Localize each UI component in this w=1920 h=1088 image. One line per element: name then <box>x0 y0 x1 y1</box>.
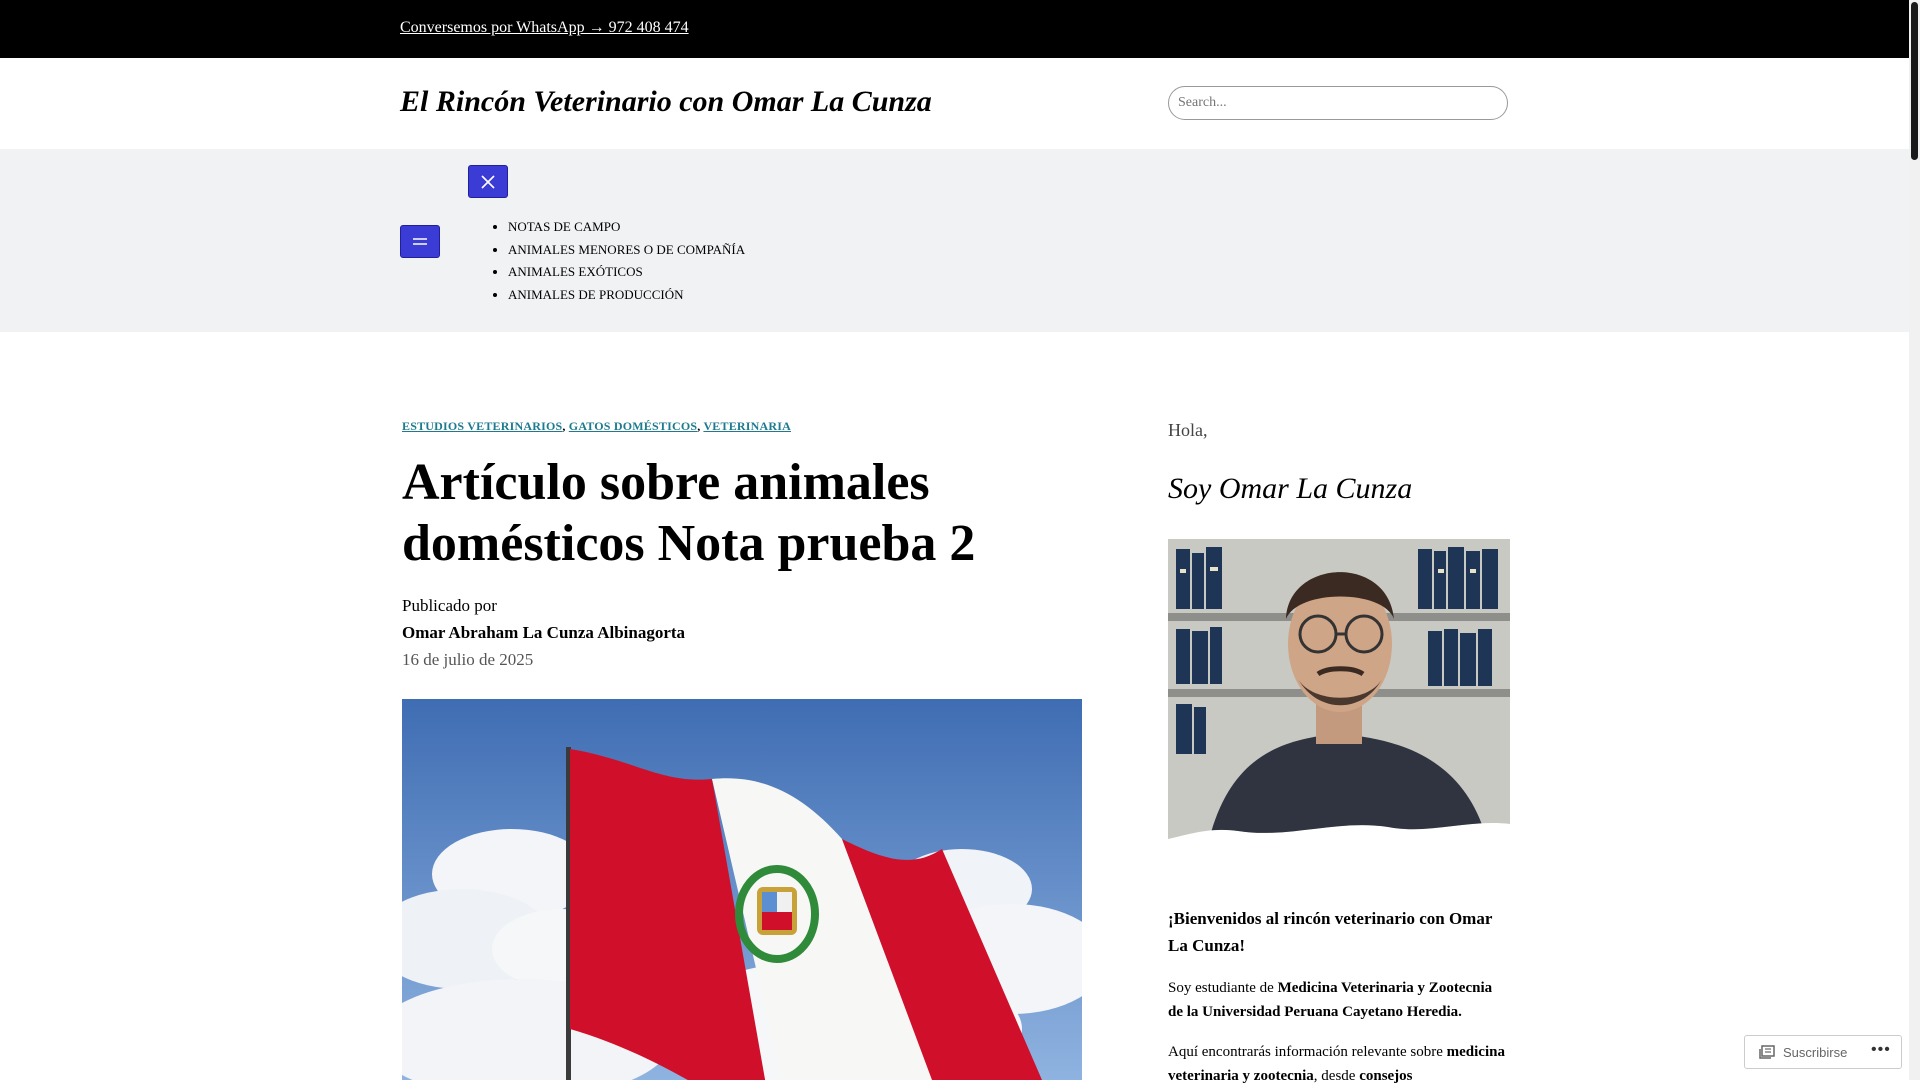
nav-item-notas-de-campo[interactable]: NOTAS DE CAMPO <box>508 216 745 239</box>
author-portrait <box>1168 539 1510 844</box>
more-options-button[interactable]: ••• <box>1871 1041 1891 1059</box>
subscribe-button[interactable]: Suscribirse <box>1783 1045 1847 1060</box>
whatsapp-link[interactable]: Conversemos por WhatsApp → 972 408 474 <box>400 19 689 37</box>
post-title: Artículo sobre animales domésticos Nota … <box>402 454 976 572</box>
scrollbar-thumb[interactable] <box>1911 2 1918 160</box>
para-text: , desde <box>1313 1068 1360 1084</box>
sidebar-heading: Soy Omar La Cunza <box>1168 472 1413 505</box>
open-menu-button[interactable] <box>400 225 440 258</box>
sidebar-paragraph: Aquí encontrarás información relevante s… <box>1168 1040 1510 1088</box>
post-date: 16 de julio de 2025 <box>402 650 534 669</box>
para-text: Soy estudiante de <box>1168 980 1278 996</box>
published-by-label: Publicado por <box>402 596 497 615</box>
para-bold-text: consejos <box>1359 1068 1413 1084</box>
author-portrait-image <box>1168 539 1510 839</box>
close-menu-button[interactable] <box>468 165 508 198</box>
search-input[interactable] <box>1168 86 1508 120</box>
nav-menu: NOTAS DE CAMPO ANIMALES MENORES O DE COM… <box>490 216 745 306</box>
para-text: Aquí encontrarás información relevante s… <box>1168 1044 1447 1060</box>
category-link[interactable]: GATOS DOMÉSTICOS <box>569 419 697 433</box>
close-icon <box>481 175 495 189</box>
navigation-band: NOTAS DE CAMPO ANIMALES MENORES O DE COM… <box>0 149 1909 332</box>
nav-item-animales-menores[interactable]: ANIMALES MENORES O DE COMPAÑÍA <box>508 239 745 262</box>
nav-item-animales-exoticos[interactable]: ANIMALES EXÓTICOS <box>508 261 745 284</box>
nav-item-animales-produccion[interactable]: ANIMALES DE PRODUCCIÓN <box>508 284 745 307</box>
site-title[interactable]: El Rincón Veterinario con Omar La Cunza <box>400 85 932 119</box>
subscribe-widget[interactable]: Suscribirse ••• <box>1744 1035 1902 1069</box>
peru-flag-image <box>402 699 1082 1080</box>
sidebar-paragraph: Soy estudiante de Medicina Veterinaria y… <box>1168 976 1510 1024</box>
post-categories: ESTUDIOS VETERINARIOS, GATOS DOMÉSTICOS,… <box>402 419 791 433</box>
site-header: El Rincón Veterinario con Omar La Cunza <box>0 58 1909 149</box>
category-link[interactable]: ESTUDIOS VETERINARIOS <box>402 419 562 433</box>
category-link[interactable]: VETERINARIA <box>703 419 791 433</box>
hero-image <box>402 699 1082 1080</box>
top-bar: Conversemos por WhatsApp → 972 408 474 <box>0 0 1909 58</box>
scrollbar[interactable] <box>1909 0 1920 1080</box>
author-link[interactable]: Omar Abraham La Cunza Albinagorta <box>402 619 685 646</box>
sidebar-welcome: ¡Bienvenidos al rincón veterinario con O… <box>1168 909 1493 955</box>
hamburger-icon <box>413 238 427 245</box>
sidebar-greeting: Hola, <box>1168 420 1208 440</box>
post-byline: Publicado por Omar Abraham La Cunza Albi… <box>402 592 685 673</box>
reader-icon <box>1759 1045 1775 1059</box>
